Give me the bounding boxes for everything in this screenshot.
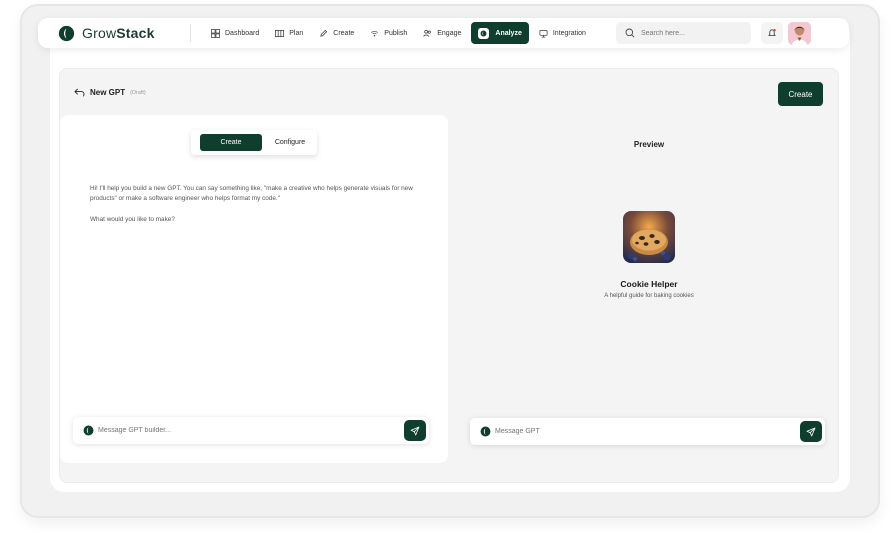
- brand-name: GrowStack: [82, 25, 155, 41]
- nav-label: Publish: [384, 29, 408, 37]
- growstack-logo-icon: [480, 426, 491, 437]
- nav-label: Integration: [552, 29, 586, 37]
- draft-badge: (Draft): [130, 89, 146, 96]
- nav-item-analyze[interactable]: Analyze: [471, 22, 529, 44]
- nav-item-engage[interactable]: Engage: [417, 22, 467, 44]
- send-icon: [410, 426, 420, 435]
- brand-logo[interactable]: GrowStack: [58, 25, 178, 42]
- notifications-button[interactable]: [760, 22, 783, 44]
- gpt-name: Cookie Helper: [620, 279, 678, 289]
- preview-message-bar: [470, 418, 825, 445]
- page-title: New GPT: [90, 88, 126, 97]
- users-icon: [423, 29, 432, 37]
- dashboard-icon: [211, 28, 220, 38]
- builder-message-bar: [73, 417, 429, 444]
- tab-create[interactable]: Create: [200, 134, 262, 151]
- avatar[interactable]: [787, 21, 811, 45]
- back-arrow-icon[interactable]: [74, 88, 85, 97]
- plan-icon: [275, 29, 285, 37]
- analyze-icon: [478, 27, 490, 39]
- bell-icon: [768, 29, 776, 36]
- nav-item-plan[interactable]: Plan: [269, 22, 309, 44]
- nav-item-publish[interactable]: Publish: [364, 22, 413, 44]
- top-nav: GrowStack Dashboard Plan Create Publish …: [38, 18, 849, 48]
- builder-send-button[interactable]: [404, 420, 426, 441]
- search-input[interactable]: [640, 29, 741, 37]
- tab-configure[interactable]: Configure: [268, 134, 312, 151]
- builder-intro-message: Hi! I'll help you build a new GPT. You c…: [90, 185, 413, 202]
- broadcast-icon: [371, 30, 379, 36]
- nav-label: Analyze: [495, 29, 522, 37]
- preview-title: Preview: [633, 140, 665, 149]
- growstack-logo-icon: [58, 25, 75, 41]
- nav-item-create[interactable]: Create: [313, 22, 360, 44]
- send-icon: [806, 427, 816, 436]
- nav-label: Dashboard: [225, 29, 260, 37]
- gpt-description: A helpful guide for baking cookies: [604, 293, 694, 299]
- builder-message-input[interactable]: [98, 427, 404, 434]
- growstack-logo-icon: [83, 425, 94, 436]
- nav-label: Plan: [289, 29, 304, 37]
- nav-item-dashboard[interactable]: Dashboard: [205, 22, 265, 44]
- preview-message-input[interactable]: [495, 428, 800, 435]
- breadcrumb: New GPT (Draft): [74, 88, 146, 97]
- builder-question: What would you like to make?: [90, 216, 175, 223]
- builder-tabs: Create Configure: [191, 130, 317, 155]
- nav-label: Engage: [437, 29, 462, 37]
- user-avatar-icon: [787, 21, 811, 45]
- create-gpt-button[interactable]: Create: [778, 82, 823, 106]
- preview-send-button[interactable]: [800, 421, 822, 442]
- gpt-avatar-image: [623, 211, 675, 263]
- nav-divider: [190, 24, 191, 42]
- search-icon: [625, 28, 635, 38]
- nav-label: Create: [333, 29, 355, 37]
- cookie-image-icon: [623, 211, 675, 263]
- nav-item-integration[interactable]: Integration: [533, 22, 592, 44]
- integration-icon: [539, 29, 548, 37]
- builder-card: [60, 115, 448, 463]
- search-box[interactable]: [615, 22, 751, 44]
- pencil-icon: [320, 29, 328, 37]
